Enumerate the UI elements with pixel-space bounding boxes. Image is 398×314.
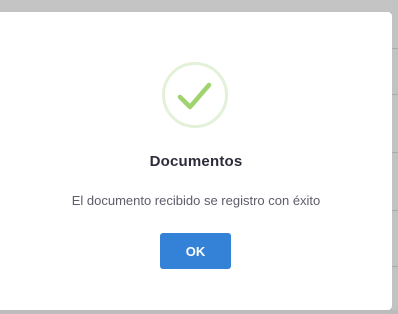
background-row-divider (392, 266, 398, 267)
background-row-divider (392, 152, 398, 153)
dialog-message: El documento recibido se registro con éx… (71, 193, 321, 208)
checkmark-icon (162, 62, 228, 128)
background-header-strip (0, 0, 398, 12)
dialog-title: Documentos (149, 153, 243, 170)
background-row-divider (392, 210, 398, 211)
background-row-divider (392, 94, 398, 95)
background-row-divider (392, 48, 398, 49)
success-dialog: Documentos El documento recibido se regi… (0, 12, 392, 310)
checkmark-icon-glyph (177, 82, 212, 110)
background-footer-strip (0, 310, 398, 314)
ok-button[interactable]: OK (160, 233, 231, 269)
